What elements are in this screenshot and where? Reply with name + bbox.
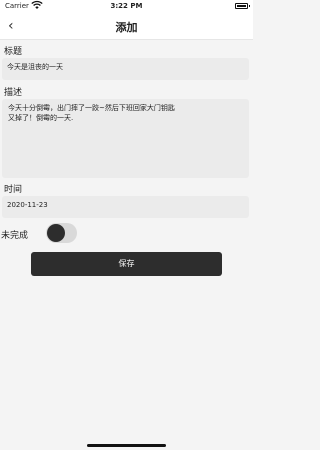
description-label: 描述 (4, 88, 23, 98)
title-label: 标题 (4, 47, 23, 57)
navigation-bar: ‹ 添加 (0, 14, 253, 40)
time-field[interactable] (2, 196, 249, 218)
description-textarea[interactable]: 今天十分倒霉，出门摔了一跤~然后下班回家大门钥匙又掉了！倒霉的一天. (8, 103, 177, 174)
time-label: 时间 (4, 185, 23, 195)
status-toggle[interactable] (46, 223, 77, 243)
page-title: 添加 (115, 21, 138, 34)
title-input[interactable] (7, 63, 244, 71)
status-bar: Carrier 3:22 PM (0, 0, 253, 14)
description-field[interactable]: 今天十分倒霉，出门摔了一跤~然后下班回家大门钥匙又掉了！倒霉的一天. (2, 99, 249, 178)
status-label: 未完成 (1, 231, 29, 241)
toggle-knob (47, 224, 65, 242)
battery-icon (235, 3, 250, 9)
home-indicator (87, 444, 166, 447)
save-button[interactable]: 保存 (31, 252, 222, 276)
title-field[interactable] (2, 58, 249, 80)
time-input[interactable] (7, 201, 244, 209)
status-time: 3:22 PM (110, 2, 143, 10)
